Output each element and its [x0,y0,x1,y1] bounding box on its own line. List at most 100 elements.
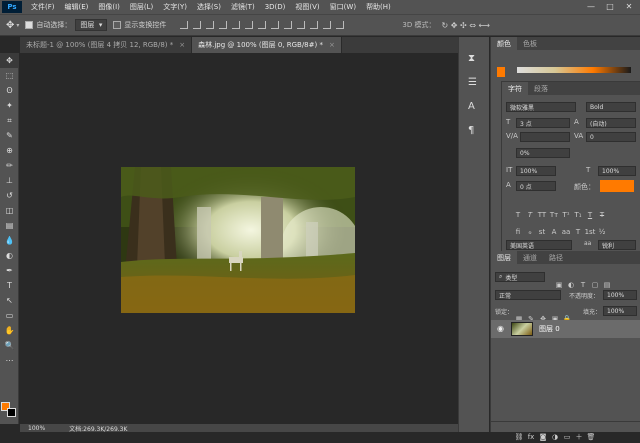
superscript-icon[interactable]: T¹ [560,211,572,219]
type-filter-icon[interactable]: T [577,281,589,289]
character-panel-icon[interactable]: A [468,101,475,112]
align-vcenter-icon[interactable] [193,21,202,29]
ordinal-icon[interactable]: T [572,228,584,236]
menu-filter[interactable]: 滤镜(T) [226,2,260,12]
magic-wand-icon[interactable]: ✦ [0,98,19,113]
trash-icon[interactable]: 🗑 [585,433,597,441]
text-color-swatch[interactable] [600,180,634,192]
properties-panel-icon[interactable]: ☰ [468,77,477,88]
menu-view[interactable]: 视图(V) [290,2,324,12]
menu-window[interactable]: 窗口(W) [325,2,361,12]
align-hcenter-icon[interactable] [232,21,241,29]
leading-field[interactable]: (自动) [586,118,636,128]
marquee-icon[interactable]: ⬚ [0,68,19,83]
all-caps-icon[interactable]: TT [536,211,548,219]
menu-select[interactable]: 选择(S) [192,2,226,12]
distribute-right-icon[interactable] [323,21,332,29]
distribute-top-icon[interactable] [258,21,267,29]
pen-icon[interactable]: ✒ [0,263,19,278]
kerning-field[interactable] [520,132,570,142]
tab-character[interactable]: 字符 [502,82,528,95]
shape-icon[interactable]: ▭ [0,308,19,323]
dodge-icon[interactable]: ◐ [0,248,19,263]
add-mask-icon[interactable]: ◙ [537,433,549,441]
zoom-level[interactable]: 100% [28,425,45,432]
eraser-icon[interactable]: ◫ [0,203,19,218]
3d-rotate-icon[interactable]: ↻ ✥ ✣ ⇔ ⟷ [441,21,489,30]
font-family-dropdown[interactable]: 微软雅黑 [506,102,576,112]
more-icon[interactable]: ⋯ [0,353,19,368]
shape-filter-icon[interactable]: ▢ [589,281,601,289]
zoom-icon[interactable]: 🔍 [0,338,19,353]
blend-mode-dropdown[interactable]: 正常 [495,290,561,300]
layer-row[interactable]: ◉ 图层 0 [491,320,640,338]
align-right-icon[interactable] [245,21,254,29]
menu-file[interactable]: 文件(F) [26,2,60,12]
font-size-field[interactable]: 3 点 [516,118,570,128]
subscript-icon[interactable]: T₁ [572,211,584,219]
fx-icon[interactable]: fx [525,433,537,441]
tab-forest[interactable]: 森林.jpg @ 100% (图层 0, RGB/8#) * × [192,37,342,53]
distribute-bottom-icon[interactable] [284,21,293,29]
align-bottom-icon[interactable] [206,21,215,29]
tab-swatches[interactable]: 色板 [517,39,543,49]
hand-icon[interactable]: ✋ [0,323,19,338]
swash-icon[interactable]: st [536,228,548,236]
tab-layers[interactable]: 图层 [491,251,517,264]
type-icon[interactable]: T [0,278,19,293]
tracking-field[interactable]: 0 [586,132,636,142]
new-layer-icon[interactable]: ＋ [573,432,585,442]
menu-image[interactable]: 图像(I) [93,2,125,12]
move-tool-icon[interactable]: ✥ [6,20,14,31]
tab-close-icon[interactable]: × [329,41,335,49]
tab-paragraph[interactable]: 段落 [528,84,554,94]
vertical-scale-field[interactable]: 100% [516,166,556,176]
tab-color[interactable]: 颜色 [491,37,517,50]
path-select-icon[interactable]: ↖ [0,293,19,308]
maximize-button[interactable]: □ [601,0,619,14]
ligature-icon[interactable]: fi [512,228,524,236]
underline-icon[interactable]: T [584,211,596,219]
antialias-dropdown[interactable]: 锐利 [598,240,636,250]
layer-name[interactable]: 图层 0 [539,324,560,334]
color-ramp[interactable] [517,67,631,73]
fill-field[interactable]: 100% [603,306,637,316]
smart-filter-icon[interactable]: ▤ [601,281,613,289]
auto-select-checkbox[interactable] [25,21,34,29]
history-brush-icon[interactable]: ↺ [0,188,19,203]
auto-select-dropdown[interactable]: 图层 ▾ [75,19,108,31]
auto-align-icon[interactable] [336,21,345,29]
baseline-field[interactable]: 0 点 [516,181,556,191]
forest-image[interactable] [121,167,355,313]
show-transform-checkbox[interactable] [113,21,122,29]
alt-ligature-icon[interactable]: ℴ [524,228,536,236]
scale-field[interactable]: 0% [516,148,570,158]
faux-bold-icon[interactable]: T [512,211,524,219]
tab-channels[interactable]: 通道 [517,253,543,263]
link-layers-icon[interactable]: ⛓ [513,433,525,441]
gradient-icon[interactable]: ▤ [0,218,19,233]
lasso-icon[interactable]: ʘ [0,83,19,98]
new-group-icon[interactable]: ▭ [561,433,573,441]
chevron-down-icon[interactable]: ▾ [16,22,19,29]
horizontal-scale-field[interactable]: 100% [598,166,636,176]
move-icon[interactable]: ✥ [0,53,19,68]
stylistic-icon[interactable]: A [548,228,560,236]
paragraph-panel-icon[interactable]: ¶ [468,125,474,136]
menu-layer[interactable]: 图层(L) [125,2,158,12]
healing-icon[interactable]: ⊕ [0,143,19,158]
menu-3d[interactable]: 3D(D) [260,3,291,11]
align-top-icon[interactable] [180,21,189,29]
half-icon[interactable]: ½ [596,228,608,236]
distribute-left-icon[interactable] [297,21,306,29]
opacity-field[interactable]: 100% [603,290,637,300]
fractions-icon[interactable]: 1st [584,228,596,236]
menu-type[interactable]: 文字(Y) [158,2,192,12]
history-panel-icon[interactable]: ⧗ [468,53,475,64]
brush-icon[interactable]: ✏ [0,158,19,173]
tab-close-icon[interactable]: × [179,41,185,49]
distribute-hcenter-icon[interactable] [310,21,319,29]
menu-help[interactable]: 帮助(H) [361,2,396,12]
eye-icon[interactable]: ◉ [497,324,504,333]
minimize-button[interactable]: — [582,0,600,14]
